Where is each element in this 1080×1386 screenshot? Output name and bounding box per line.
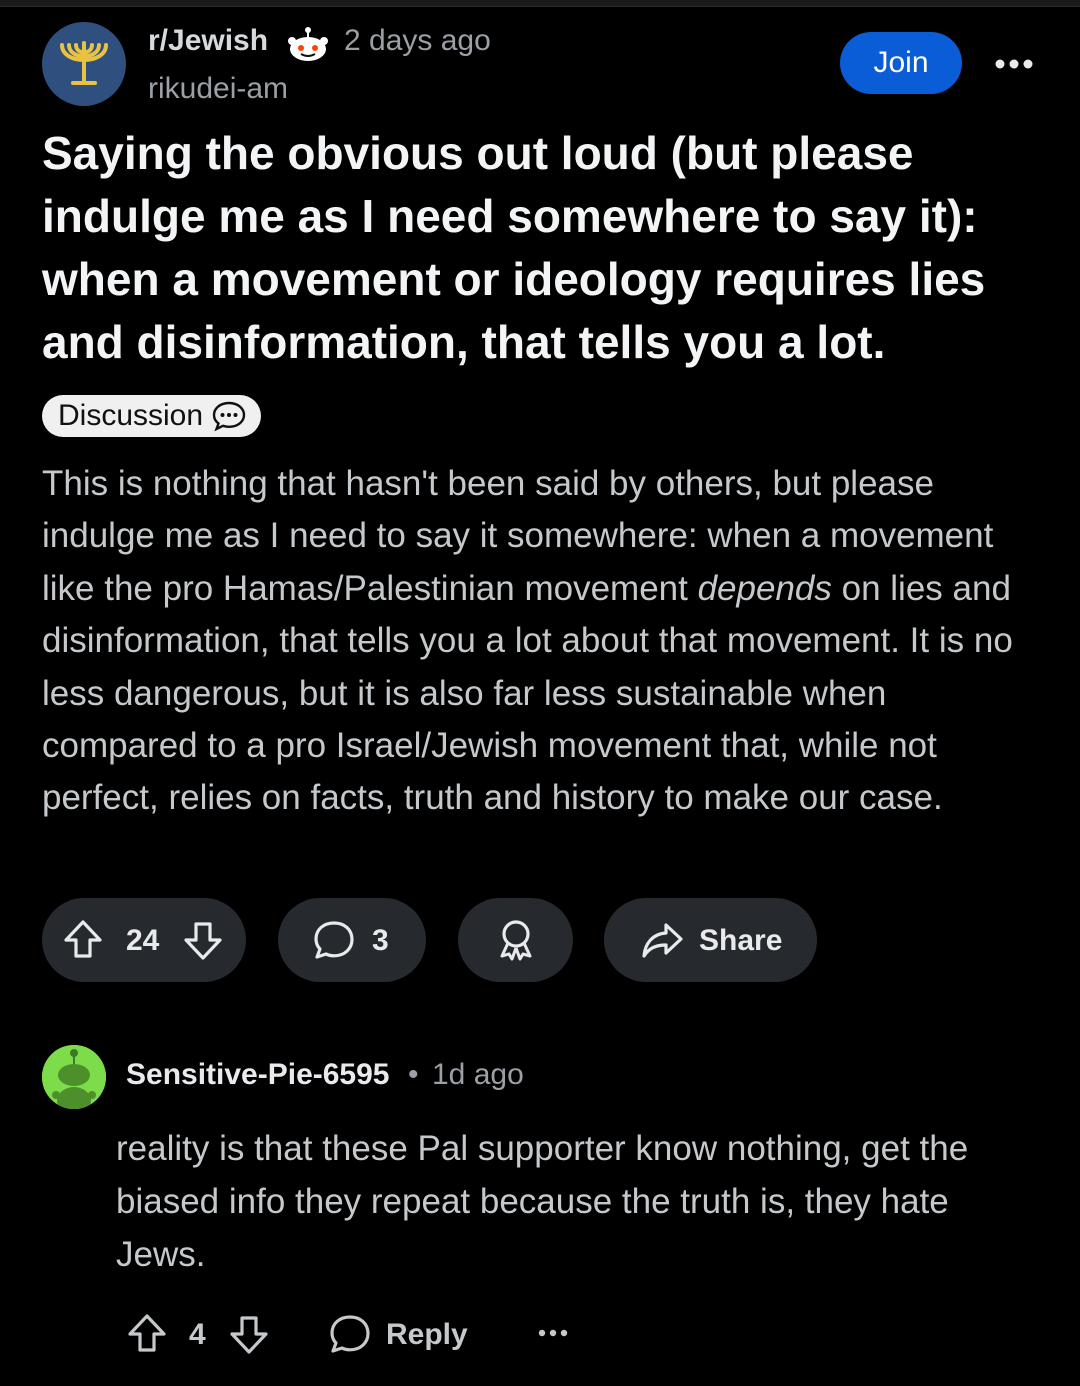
post-body: This is nothing that hasn't been said by… — [42, 458, 1042, 825]
speech-bubble-icon — [212, 401, 246, 432]
more-horizontal-icon — [995, 59, 1033, 69]
share-arrow-icon — [640, 919, 684, 961]
commenter-avatar[interactable] — [42, 1045, 106, 1109]
comment-author[interactable]: Sensitive-Pie-6595 — [126, 1058, 389, 1092]
award-button[interactable] — [458, 898, 573, 982]
post-vote-count: 24 — [126, 924, 160, 957]
share-label: Share — [699, 924, 783, 957]
post-flair[interactable]: Discussion — [42, 395, 262, 437]
comment-bubble-icon — [312, 919, 356, 961]
upvote-arrow-icon[interactable] — [126, 1312, 168, 1354]
downvote-arrow-icon[interactable] — [228, 1314, 270, 1356]
post-timestamp: 2 days ago — [344, 24, 491, 57]
join-button[interactable]: Join — [840, 32, 962, 94]
comment-timestamp: 1d ago — [432, 1058, 524, 1091]
post-body-emphasis: depends — [697, 568, 832, 608]
comment-action-bar: 4 Reply — [0, 1306, 1080, 1362]
share-button[interactable]: Share — [604, 898, 817, 982]
comment-bubble-icon[interactable] — [328, 1313, 372, 1355]
comment-vote-count: 4 — [189, 1318, 206, 1351]
award-ribbon-icon — [500, 920, 531, 961]
more-horizontal-icon[interactable] — [538, 1328, 568, 1338]
top-divider — [0, 0, 1080, 7]
snoo-icon — [286, 22, 330, 66]
flair-label: Discussion — [58, 399, 204, 432]
subreddit-avatar[interactable] — [42, 22, 126, 106]
vote-control: 24 — [42, 898, 246, 982]
post-title[interactable]: Saying the obvious out loud (but please … — [42, 122, 1052, 374]
more-options-button[interactable] — [990, 44, 1038, 84]
comment-separator: • — [408, 1058, 419, 1091]
reply-button[interactable]: Reply — [386, 1318, 468, 1352]
post-author[interactable]: rikudei-am — [148, 72, 288, 106]
subreddit-name[interactable]: r/Jewish — [148, 24, 268, 58]
upvote-arrow-icon[interactable] — [62, 918, 104, 960]
comment-body: reality is that these Pal supporter know… — [116, 1129, 969, 1274]
post-action-bar: 24 3 Share — [0, 898, 1080, 982]
comments-button[interactable]: 3 — [278, 898, 426, 982]
comment-count: 3 — [372, 924, 389, 957]
menorah-icon — [60, 41, 108, 85]
downvote-arrow-icon[interactable] — [182, 920, 224, 962]
